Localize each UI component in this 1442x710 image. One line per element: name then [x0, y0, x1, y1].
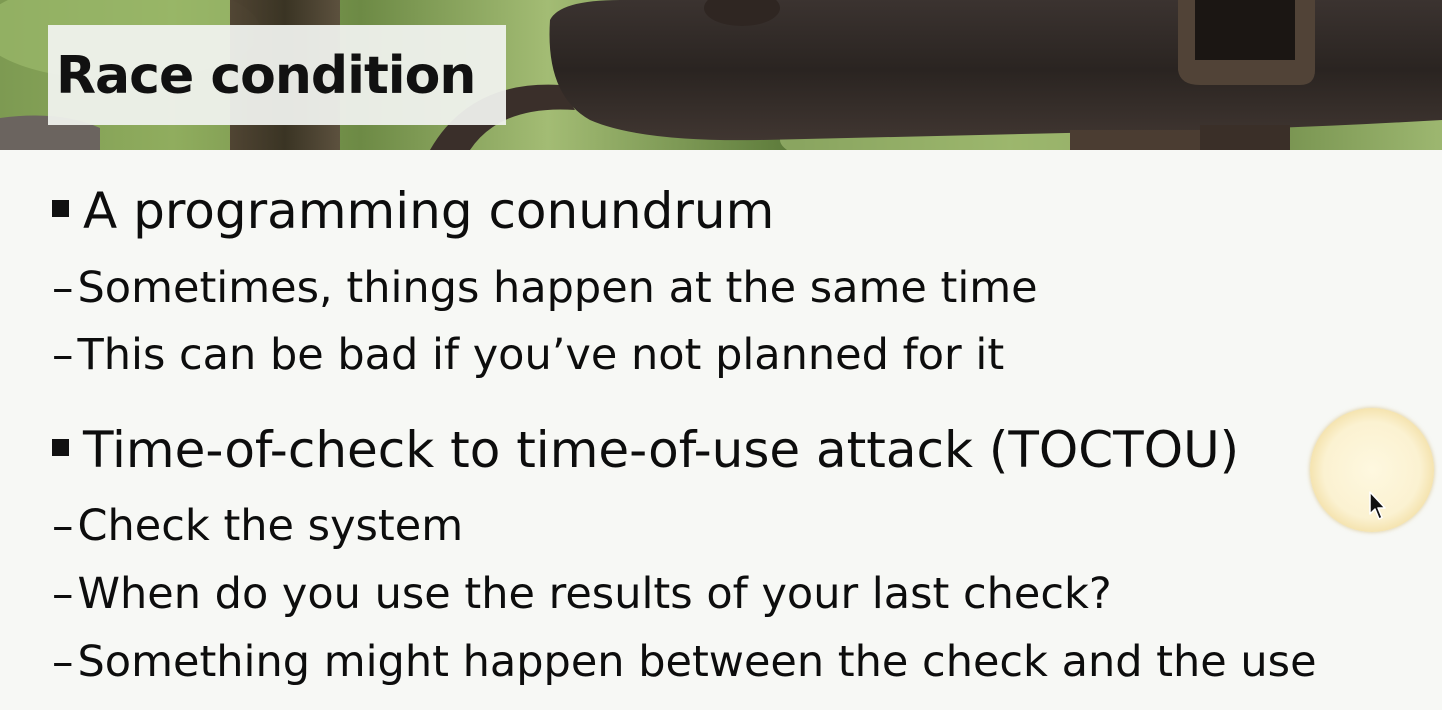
sub-bullet-item: –Something might happen between the chec…: [52, 636, 1317, 688]
bullet-text: Something might happen between the check…: [77, 637, 1317, 687]
bullet-text: Time-of-check to time-of-use attack (TOC…: [83, 421, 1240, 479]
bullet-text: Check the system: [77, 501, 464, 551]
mouse-pointer-icon: [1369, 491, 1386, 520]
dash-marker: –: [52, 330, 74, 380]
dash-marker: –: [52, 569, 74, 619]
bullet-text: When do you use the results of your last…: [77, 569, 1112, 619]
bullet-text: A programming conundrum: [83, 182, 775, 240]
slide-title: Race condition: [56, 46, 476, 106]
slide-body: A programming conundrum –Sometimes, thin…: [0, 150, 1442, 710]
bullet-item: A programming conundrum: [52, 181, 774, 241]
bullet-text: Sometimes, things happen at the same tim…: [77, 263, 1038, 313]
dash-marker: –: [52, 637, 74, 687]
square-bullet-icon: [52, 439, 69, 456]
bullet-item: Time-of-check to time-of-use attack (TOC…: [52, 420, 1239, 480]
sub-bullet-item: –This can be bad if you’ve not planned f…: [52, 329, 1004, 381]
dash-marker: –: [52, 263, 74, 313]
dash-marker: –: [52, 501, 74, 551]
sub-bullet-item: –When do you use the results of your las…: [52, 568, 1112, 620]
slide: Race condition A programming conundrum –…: [0, 0, 1442, 710]
sub-bullet-item: –Check the system: [52, 500, 463, 552]
bullet-text: This can be bad if you’ve not planned fo…: [77, 330, 1005, 380]
square-bullet-icon: [52, 200, 69, 217]
sub-bullet-item: –Sometimes, things happen at the same ti…: [52, 262, 1038, 314]
